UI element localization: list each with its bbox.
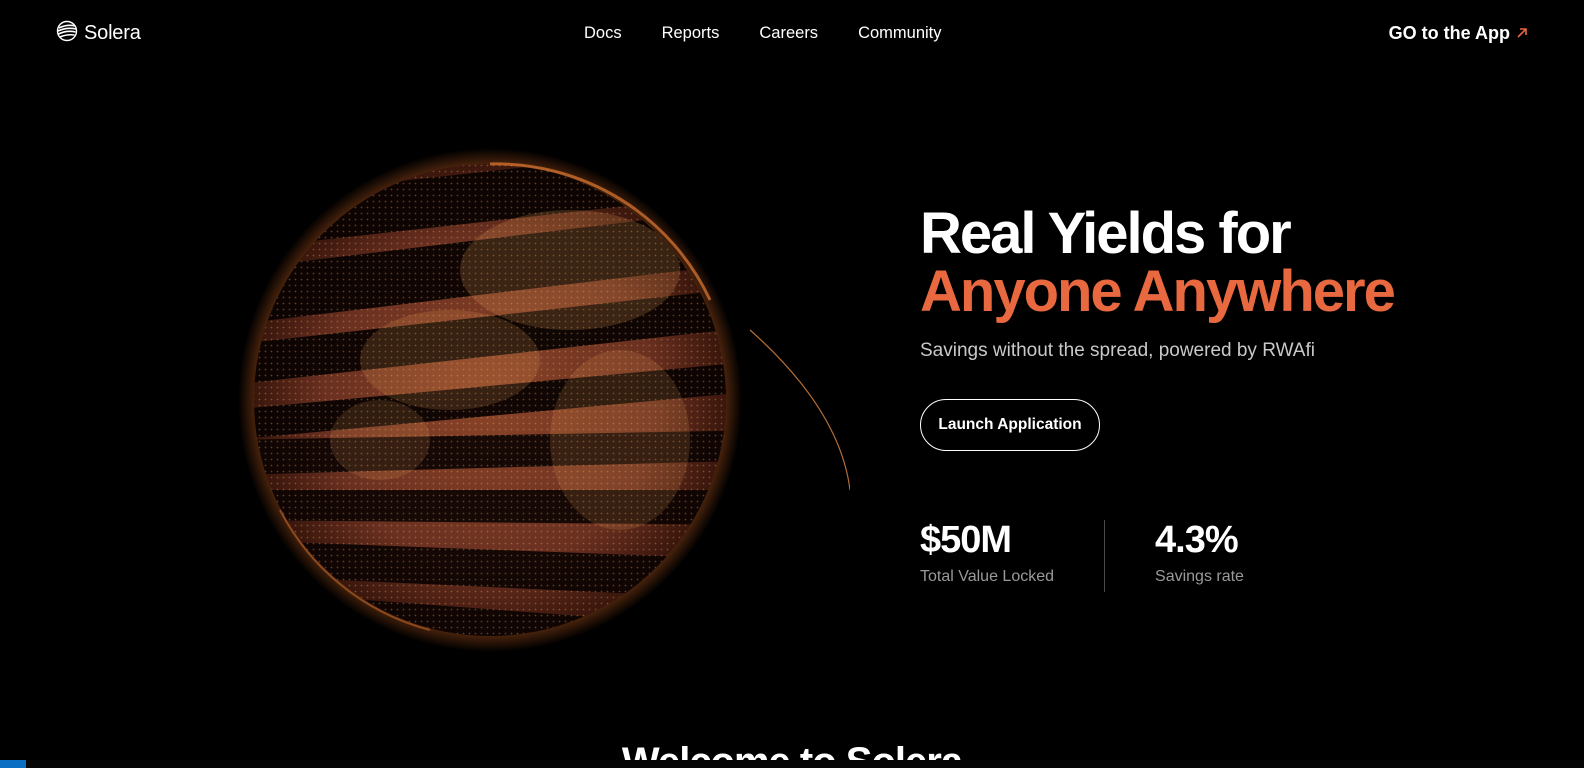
nav-link-careers[interactable]: Careers <box>759 24 818 43</box>
stat-value: 4.3% <box>1155 519 1239 561</box>
status-bar <box>0 760 1584 768</box>
stat-label: Total Value Locked <box>920 568 1055 585</box>
landing-page: Solera Docs Reports Careers Community GO… <box>0 0 1584 768</box>
nav-link-reports[interactable]: Reports <box>662 24 720 43</box>
status-bar-corner <box>0 760 26 768</box>
top-navigation: Solera Docs Reports Careers Community GO… <box>0 0 1584 68</box>
solera-logo-icon <box>56 20 78 47</box>
stat-savings-rate: 4.3% Savings rate <box>1155 518 1244 592</box>
nav-link-docs[interactable]: Docs <box>584 24 622 43</box>
stat-label: Savings rate <box>1155 568 1244 585</box>
brand-name: Solera <box>84 22 141 44</box>
nav-link-community[interactable]: Community <box>858 24 941 43</box>
stats-row: $50M Total Value Locked 4.3% Savings rat… <box>920 518 1244 592</box>
stat-divider <box>1104 520 1106 592</box>
globe-illustration <box>150 110 851 710</box>
arrow-up-right-icon <box>1516 26 1528 44</box>
go-to-app-label: GO to the App <box>1388 22 1510 43</box>
stat-tvl: $50M Total Value Locked <box>920 518 1054 592</box>
hero-title-line-1: Real Yields for <box>920 201 1292 266</box>
brand-logo-link[interactable]: Solera <box>56 20 141 47</box>
main-nav: Docs Reports Careers Community <box>584 24 942 43</box>
hero-subtitle: Savings without the spread, powered by R… <box>920 340 1315 361</box>
stat-value: $50M <box>920 519 1012 561</box>
launch-application-button[interactable]: Launch Application <box>920 399 1100 451</box>
hero-title-line-2: Anyone Anywhere <box>920 259 1396 324</box>
hero-title: Real Yields for Anyone Anywhere <box>920 201 1396 324</box>
go-to-app-link[interactable]: GO to the App <box>1389 22 1528 44</box>
